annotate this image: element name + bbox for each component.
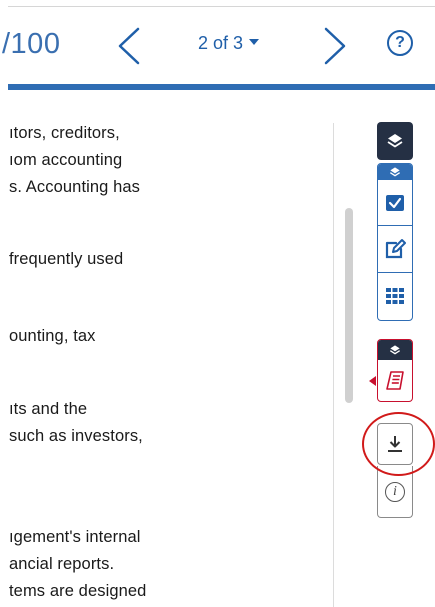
layers-icon (389, 345, 401, 355)
layers-button[interactable] (377, 122, 413, 160)
group-header[interactable] (378, 164, 412, 180)
chevron-right-icon (324, 27, 346, 65)
edit-icon (385, 239, 406, 259)
text-line: such as investors, (9, 427, 143, 445)
text-line: s. Accounting has (9, 178, 141, 196)
text-line: ıom accounting (9, 151, 123, 169)
header-bar: /100 2 of 3 ? (0, 0, 435, 90)
text-line: tems are designed (9, 582, 147, 600)
text-line: ıgement's internal (9, 528, 141, 546)
grid-icon (386, 288, 404, 304)
text-line: ıtors, creditors, (9, 124, 120, 142)
page-indicator-label: 2 of 3 (198, 33, 244, 53)
receipt-tool-group (377, 339, 413, 402)
receipt-tool-button[interactable] (378, 360, 412, 401)
text-line: ancial reports. (9, 555, 115, 573)
annotation-tool-group (377, 163, 413, 321)
layers-icon (387, 134, 403, 148)
info-icon: i (385, 481, 405, 502)
info-button[interactable]: i (377, 466, 413, 518)
download-icon (388, 436, 402, 452)
edit-tool-button[interactable] (378, 225, 412, 272)
group-header[interactable] (378, 340, 412, 360)
help-icon: ? (395, 34, 405, 51)
text-line: ounting, tax (9, 327, 96, 345)
chevron-left-icon (118, 27, 140, 65)
active-pointer (369, 376, 376, 386)
checkbox-tool-button[interactable] (378, 180, 412, 225)
checkbox-icon (386, 194, 404, 211)
caret-down-icon (249, 39, 260, 46)
pane-divider (333, 123, 334, 607)
reading-pane: ıtors, creditors, ıom accounting s. Acco… (0, 90, 330, 607)
next-page-button[interactable] (318, 26, 352, 66)
download-button[interactable] (377, 423, 413, 465)
header-divider (8, 6, 435, 7)
previous-page-button[interactable] (112, 26, 146, 66)
page-selector[interactable]: 2 of 3 (198, 33, 260, 54)
layers-icon (389, 167, 401, 177)
grid-tool-button[interactable] (378, 272, 412, 319)
receipt-icon (386, 371, 404, 390)
help-button[interactable]: ? (387, 30, 413, 56)
text-line: ıts and the (9, 400, 88, 418)
score-text: /100 (2, 28, 61, 60)
text-line: frequently used (9, 250, 124, 268)
scrollbar-thumb[interactable] (345, 208, 353, 403)
